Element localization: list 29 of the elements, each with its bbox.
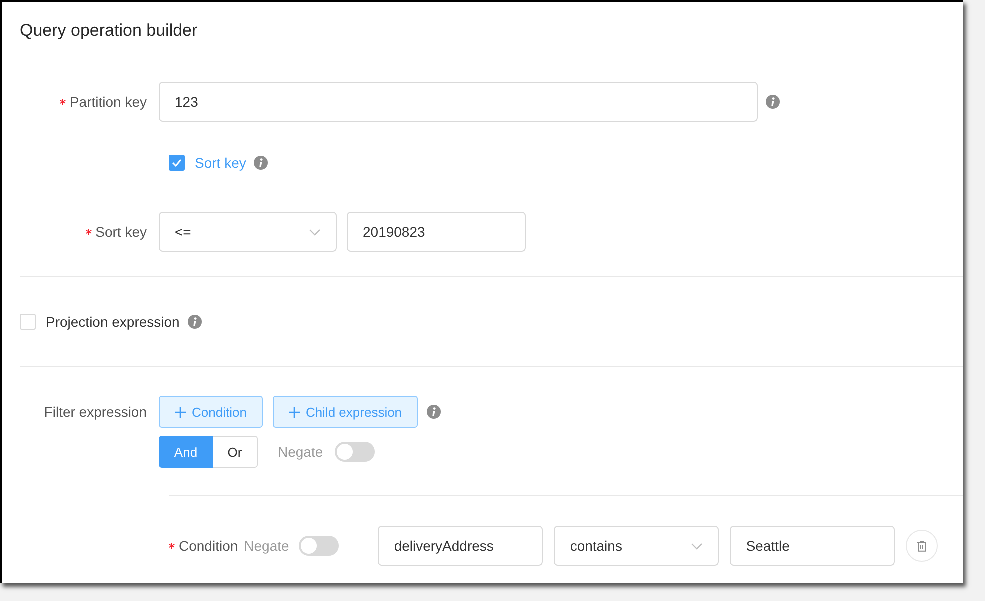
- toggle-switch[interactable]: [335, 442, 376, 462]
- delete-button[interactable]: [906, 530, 938, 562]
- trash-icon: [917, 540, 928, 552]
- plus-icon: [288, 406, 300, 418]
- condition-label: Condition: [179, 538, 238, 554]
- checkbox[interactable]: [169, 155, 185, 171]
- plus-icon: [175, 406, 186, 418]
- logic-toggle[interactable]: Or: [213, 436, 258, 468]
- caret-icon: [691, 542, 704, 550]
- check-icon: [172, 159, 182, 167]
- panel-title: Query operation builder: [19, 20, 199, 42]
- partition-key-label: Partition key: [70, 94, 147, 110]
- attribute-field[interactable]: deliveryAddress: [378, 526, 544, 566]
- caret-icon: [309, 228, 321, 236]
- partition-key-field[interactable]: 123: [159, 82, 758, 122]
- negate-label: Negate: [278, 444, 324, 460]
- info-icon: [188, 315, 202, 329]
- projection-expression-option[interactable]: Projection expression: [46, 314, 180, 330]
- value-field[interactable]: Seattle: [730, 526, 896, 566]
- negate-label: Negate: [244, 538, 290, 554]
- info-icon: [427, 405, 442, 419]
- sort-key-field[interactable]: 20190823: [347, 212, 526, 252]
- info-icon: [766, 95, 780, 109]
- operator-dropdown[interactable]: <=: [159, 212, 337, 252]
- operator-dropdown[interactable]: contains: [554, 526, 720, 566]
- sort-key-label: Sort key: [96, 224, 147, 240]
- info-icon: [254, 156, 268, 170]
- toggle-switch[interactable]: [299, 536, 340, 556]
- filter-expression-label: Filter expression: [44, 404, 147, 420]
